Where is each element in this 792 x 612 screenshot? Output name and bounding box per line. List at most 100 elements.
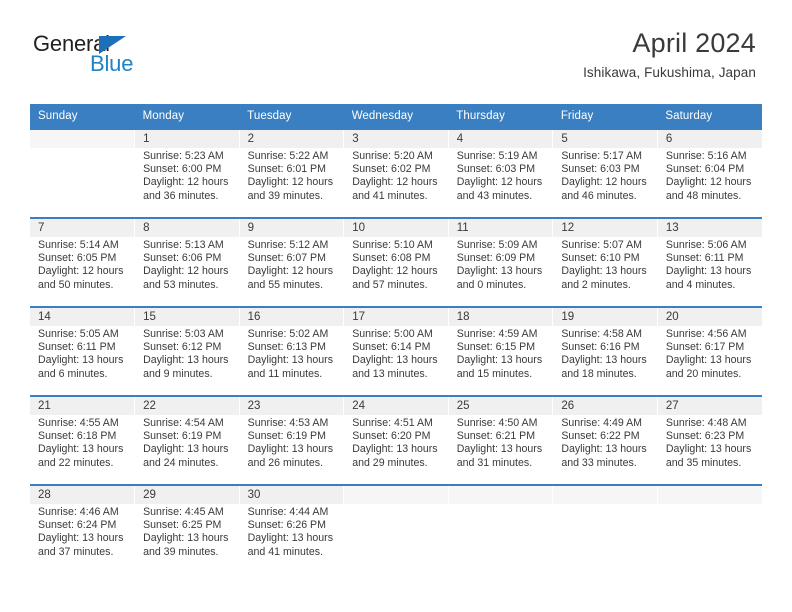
day-number[interactable]: 30: [239, 484, 345, 504]
day-cell[interactable]: Sunrise: 5:06 AM Sunset: 6:11 PM Dayligh…: [657, 237, 762, 307]
day-cell[interactable]: Sunrise: 5:12 AM Sunset: 6:07 PM Dayligh…: [239, 237, 345, 307]
day-number[interactable]: 3: [343, 128, 449, 148]
sunset-text: Sunset: 6:09 PM: [456, 252, 536, 265]
day-number[interactable]: 10: [343, 217, 449, 237]
day-number[interactable]: 11: [448, 217, 554, 237]
day-cell[interactable]: Sunrise: 4:59 AM Sunset: 6:15 PM Dayligh…: [448, 326, 554, 396]
daylight-text-cont: and 24 minutes.: [143, 456, 219, 469]
day-number[interactable]: 13: [657, 217, 762, 237]
week-row-daynumbers: 1 2 3 4 5 6: [30, 128, 762, 148]
week-row-details: Sunrise: 5:14 AM Sunset: 6:05 PM Dayligh…: [30, 237, 762, 307]
day-cell[interactable]: Sunrise: 5:03 AM Sunset: 6:12 PM Dayligh…: [134, 326, 240, 396]
day-cell[interactable]: Sunrise: 5:20 AM Sunset: 6:02 PM Dayligh…: [343, 148, 449, 218]
day-number[interactable]: 5: [552, 128, 658, 148]
sunrise-text: Sunrise: 4:48 AM: [665, 417, 747, 429]
day-number[interactable]: 7: [30, 217, 136, 237]
day-cell[interactable]: Sunrise: 4:46 AM Sunset: 6:24 PM Dayligh…: [30, 504, 136, 574]
day-cell[interactable]: Sunrise: 5:09 AM Sunset: 6:09 PM Dayligh…: [448, 237, 554, 307]
sunrise-text: Sunrise: 4:44 AM: [247, 506, 329, 518]
sunrise-text: Sunrise: 5:07 AM: [561, 239, 642, 251]
day-number[interactable]: 2: [239, 128, 345, 148]
week-row-details: Sunrise: 5:23 AM Sunset: 6:00 PM Dayligh…: [30, 148, 762, 218]
daylight-text: Daylight: 13 hours: [247, 354, 334, 367]
title-block: April 2024 Ishikawa, Fukushima, Japan: [583, 28, 756, 80]
sunrise-text: Sunrise: 5:06 AM: [665, 239, 747, 251]
week-row-daynumbers: 21 22 23 24 25 26 27: [30, 395, 762, 415]
day-number[interactable]: 18: [448, 306, 554, 326]
day-cell[interactable]: Sunrise: 5:16 AM Sunset: 6:04 PM Dayligh…: [657, 148, 762, 218]
day-number[interactable]: 12: [552, 217, 658, 237]
sunset-text: Sunset: 6:11 PM: [665, 252, 744, 265]
daylight-text: Daylight: 12 hours: [665, 176, 752, 189]
day-number[interactable]: 4: [448, 128, 554, 148]
logo-text-blue: Blue: [90, 51, 134, 76]
day-number[interactable]: 28: [30, 484, 136, 504]
day-number[interactable]: 17: [343, 306, 449, 326]
page-title: April 2024: [632, 28, 756, 58]
day-number[interactable]: 9: [239, 217, 345, 237]
sunrise-text: Sunrise: 4:51 AM: [352, 417, 433, 429]
day-number: [343, 484, 449, 504]
day-number[interactable]: 23: [239, 395, 345, 415]
sunrise-text: Sunrise: 5:10 AM: [352, 239, 433, 251]
day-number[interactable]: 20: [657, 306, 762, 326]
day-cell[interactable]: [30, 148, 136, 218]
day-number[interactable]: 29: [134, 484, 240, 504]
day-cell[interactable]: Sunrise: 4:50 AM Sunset: 6:21 PM Dayligh…: [448, 415, 554, 485]
day-number[interactable]: 16: [239, 306, 345, 326]
day-cell[interactable]: Sunrise: 5:19 AM Sunset: 6:03 PM Dayligh…: [448, 148, 554, 218]
sunrise-text: Sunrise: 5:14 AM: [38, 239, 119, 251]
day-number[interactable]: 22: [134, 395, 240, 415]
sunset-text: Sunset: 6:00 PM: [143, 163, 222, 176]
day-number[interactable]: 24: [343, 395, 449, 415]
day-cell[interactable]: Sunrise: 4:45 AM Sunset: 6:25 PM Dayligh…: [134, 504, 240, 574]
day-cell[interactable]: Sunrise: 4:49 AM Sunset: 6:22 PM Dayligh…: [552, 415, 658, 485]
sunset-text: Sunset: 6:02 PM: [352, 163, 431, 176]
daylight-text-cont: and 33 minutes.: [561, 456, 637, 469]
daylight-text-cont: and 31 minutes.: [456, 456, 533, 469]
sunset-text: Sunset: 6:03 PM: [456, 163, 536, 176]
sunset-text: Sunset: 6:18 PM: [38, 430, 117, 443]
day-number[interactable]: 8: [134, 217, 240, 237]
sunrise-text: Sunrise: 4:49 AM: [561, 417, 642, 429]
day-cell[interactable]: Sunrise: 5:22 AM Sunset: 6:01 PM Dayligh…: [239, 148, 345, 218]
page-header: General Blue April 2024 Ishikawa, Fukush…: [0, 0, 792, 80]
day-cell[interactable]: Sunrise: 5:07 AM Sunset: 6:10 PM Dayligh…: [552, 237, 658, 307]
daylight-text: Daylight: 13 hours: [38, 443, 124, 456]
day-cell[interactable]: Sunrise: 4:55 AM Sunset: 6:18 PM Dayligh…: [30, 415, 136, 485]
day-cell[interactable]: Sunrise: 5:17 AM Sunset: 6:03 PM Dayligh…: [552, 148, 658, 218]
weekday-header-friday: Friday: [552, 104, 658, 129]
day-cell[interactable]: Sunrise: 4:48 AM Sunset: 6:23 PM Dayligh…: [657, 415, 762, 485]
day-cell[interactable]: Sunrise: 4:53 AM Sunset: 6:19 PM Dayligh…: [239, 415, 345, 485]
day-cell[interactable]: Sunrise: 4:51 AM Sunset: 6:20 PM Dayligh…: [343, 415, 449, 485]
day-number[interactable]: [30, 128, 136, 148]
day-number[interactable]: 27: [657, 395, 762, 415]
day-number[interactable]: 21: [30, 395, 136, 415]
day-cell[interactable]: Sunrise: 4:44 AM Sunset: 6:26 PM Dayligh…: [239, 504, 345, 574]
day-cell: [448, 504, 554, 574]
day-number[interactable]: 6: [657, 128, 762, 148]
day-cell[interactable]: Sunrise: 5:10 AM Sunset: 6:08 PM Dayligh…: [343, 237, 449, 307]
day-cell[interactable]: Sunrise: 5:14 AM Sunset: 6:05 PM Dayligh…: [30, 237, 136, 307]
day-number[interactable]: 26: [552, 395, 658, 415]
daylight-text-cont: and 43 minutes.: [456, 189, 533, 202]
day-number[interactable]: 15: [134, 306, 240, 326]
day-cell[interactable]: Sunrise: 5:23 AM Sunset: 6:00 PM Dayligh…: [134, 148, 240, 218]
day-cell[interactable]: Sunrise: 5:05 AM Sunset: 6:11 PM Dayligh…: [30, 326, 136, 396]
day-number[interactable]: 25: [448, 395, 554, 415]
day-cell[interactable]: Sunrise: 4:56 AM Sunset: 6:17 PM Dayligh…: [657, 326, 762, 396]
sunrise-text: Sunrise: 4:46 AM: [38, 506, 119, 518]
daylight-text-cont: and 11 minutes.: [247, 367, 323, 380]
day-number[interactable]: 14: [30, 306, 136, 326]
calendar-table-wrapper: Sunday Monday Tuesday Wednesday Thursday…: [30, 104, 762, 574]
day-cell[interactable]: Sunrise: 5:00 AM Sunset: 6:14 PM Dayligh…: [343, 326, 449, 396]
day-number[interactable]: 1: [134, 128, 240, 148]
day-cell[interactable]: Sunrise: 5:02 AM Sunset: 6:13 PM Dayligh…: [239, 326, 345, 396]
daylight-text-cont: and 6 minutes.: [38, 367, 108, 380]
day-cell[interactable]: Sunrise: 4:58 AM Sunset: 6:16 PM Dayligh…: [552, 326, 658, 396]
day-cell[interactable]: Sunrise: 5:13 AM Sunset: 6:06 PM Dayligh…: [134, 237, 240, 307]
day-number[interactable]: 19: [552, 306, 658, 326]
day-cell[interactable]: Sunrise: 4:54 AM Sunset: 6:19 PM Dayligh…: [134, 415, 240, 485]
sunrise-text: Sunrise: 4:56 AM: [665, 328, 747, 340]
sunset-text: Sunset: 6:05 PM: [38, 252, 117, 265]
